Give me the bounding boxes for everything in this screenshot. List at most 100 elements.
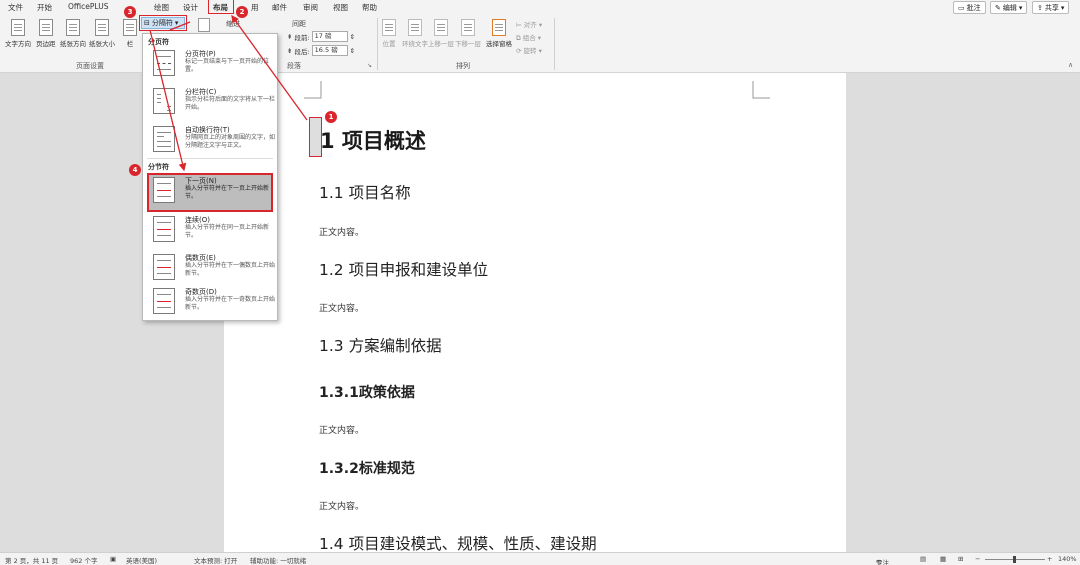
accessibility-status[interactable]: 辅助功能: 一切就绪	[250, 555, 306, 565]
step-badge-3: 3	[124, 6, 136, 18]
position-button[interactable]: 位置	[382, 19, 396, 48]
paper-size-icon	[95, 19, 109, 36]
collapse-ribbon-icon[interactable]: ∧	[1068, 61, 1073, 69]
read-mode-icon[interactable]: ▤	[920, 555, 926, 563]
spinner-icon[interactable]: ⇕	[350, 33, 355, 41]
tab-home[interactable]: 开始	[37, 2, 52, 13]
menu-item-text-wrapping-break[interactable]: 自动换行符(T) 分隔网页上的对象周围的文字，如分隔题注文字与正文。	[147, 124, 275, 160]
tab-officeplus[interactable]: OfficePLUS	[68, 2, 108, 11]
margins-icon	[38, 19, 53, 36]
columns-button[interactable]: 栏	[123, 19, 137, 48]
text-direction-button[interactable]: 文字方向	[5, 19, 31, 48]
step-badge-2: 2	[236, 6, 248, 18]
text-wrapping-break-icon	[153, 126, 175, 152]
web-layout-icon[interactable]: ⊞	[958, 555, 963, 563]
columns-icon	[123, 19, 137, 36]
proofing-icon[interactable]: ▣	[110, 555, 116, 563]
rotate-icon: ⟳	[516, 47, 522, 55]
margins-button[interactable]: 页边距	[36, 19, 56, 48]
heading-2-project-name: 1.1 项目名称	[319, 184, 411, 202]
orientation-button[interactable]: 纸张方向	[60, 19, 86, 48]
section-breaks-header: 分节符	[148, 163, 169, 171]
menu-item-page-break[interactable]: 分页符(P) 标记一页结束与下一页开始的位置。	[147, 48, 273, 84]
tab-file[interactable]: 文件	[8, 2, 23, 13]
language-indicator[interactable]: 英语(美国)	[126, 555, 157, 565]
zoom-out-icon[interactable]: −	[975, 555, 980, 563]
size-button[interactable]: 纸张大小	[89, 19, 115, 48]
menu-item-even-page[interactable]: 偶数页(E) 插入分节符并在下一偶数页上开始新节。	[147, 252, 275, 288]
spacing-after-input[interactable]: 16.5 磅	[311, 45, 348, 56]
spacing-after-icon: ⇟	[287, 46, 293, 55]
bring-forward-icon	[434, 19, 448, 36]
spinner-icon[interactable]: ⇕	[350, 47, 355, 55]
heading-2-applicant: 1.2 项目申报和建设单位	[319, 261, 489, 279]
zoom-level[interactable]: 140%	[1058, 555, 1077, 563]
group-button[interactable]: ⧉ 组合 ▾	[516, 32, 541, 43]
send-backward-icon	[461, 19, 475, 36]
page-breaks-header: 分页符	[148, 38, 169, 46]
menu-item-odd-page[interactable]: 奇数页(D) 插入分节符并在下一奇数页上开始新节。	[147, 286, 275, 322]
heading-1: 1 项目概述	[320, 129, 426, 153]
heading-2-construction-mode: 1.4 项目建设模式、规模、性质、建设期	[319, 535, 597, 552]
step-badge-1: 1	[325, 111, 337, 123]
chevron-down-icon: ▾	[1060, 3, 1065, 12]
status-bar: 第 2 页，共 11 页 962 个字 ▣ 英语(美国) 文本预测: 打开 辅助…	[0, 552, 1080, 565]
indent-label: 缩进	[226, 20, 240, 28]
print-layout-icon[interactable]: ▦	[940, 555, 946, 563]
ribbon-tab-bar: 文件 开始 OfficePLUS 绘图 设计 布局 用 邮件 审阅 视图 帮助 …	[0, 0, 1080, 15]
zoom-slider-thumb[interactable]	[1013, 556, 1016, 563]
wrap-text-button[interactable]: 环绕文字	[402, 19, 428, 48]
arrange-group-label: 排列	[456, 62, 470, 70]
tab-review[interactable]: 审阅	[303, 2, 318, 13]
page-setup-group-label: 页面设置	[76, 62, 104, 70]
heading-3-standards: 1.3.2标准规范	[319, 461, 415, 477]
word-count[interactable]: 962 个字	[70, 555, 97, 565]
chevron-down-icon: ▾	[1018, 3, 1023, 12]
group-separator	[377, 18, 378, 70]
tab-mailings[interactable]: 邮件	[272, 2, 287, 13]
tab-references[interactable]: 用	[251, 2, 259, 13]
menu-item-column-break[interactable]: 分栏符(C) 指示分栏符后面的文字将从下一栏开始。	[147, 86, 275, 122]
menu-item-next-page[interactable]: 下一页(N) 插入分节符并在下一页上开始新节。	[147, 173, 273, 212]
page-count[interactable]: 第 2 页，共 11 页	[5, 555, 58, 565]
bring-forward-button[interactable]: 上移一层	[428, 19, 454, 48]
line-numbers-icon[interactable]	[198, 18, 210, 32]
corner-mark-top-left	[304, 81, 322, 99]
heading-2-basis: 1.3 方案编制依据	[319, 337, 442, 355]
spacing-label: 间距	[292, 20, 306, 28]
spacing-before-row: ⇞ 段前: 17 磅 ⇕	[287, 31, 356, 42]
text-direction-icon	[11, 19, 25, 36]
share-button[interactable]: ⇪ 共享 ▾	[1032, 1, 1070, 14]
body-text: 正文内容。	[319, 502, 365, 512]
page-break-icon	[153, 50, 175, 76]
editing-mode-button[interactable]: ✎ 编辑 ▾	[990, 1, 1028, 14]
align-icon: ⊨	[516, 21, 522, 29]
dialog-launcher-icon[interactable]: ↘	[367, 62, 372, 69]
comments-button[interactable]: ▭ 批注	[953, 1, 986, 14]
odd-page-icon	[153, 288, 175, 314]
align-button[interactable]: ⊨ 对齐 ▾	[516, 19, 542, 29]
document-page[interactable]: 1 项目概述 1.1 项目名称 正文内容。 1.2 项目申报和建设单位 正文内容…	[224, 73, 846, 552]
corner-mark-top-right	[752, 81, 770, 99]
selection-pane-button[interactable]: 选择窗格	[486, 19, 512, 48]
wrap-text-icon	[408, 19, 422, 36]
menu-item-continuous[interactable]: 连续(O) 插入分节符并在同一页上开始新节。	[147, 214, 273, 250]
zoom-in-icon[interactable]: +	[1047, 555, 1052, 563]
pencil-icon: ✎	[995, 3, 1001, 12]
tab-draw[interactable]: 绘图	[154, 2, 169, 13]
rotate-button[interactable]: ⟳ 旋转 ▾	[516, 45, 542, 55]
group-separator	[554, 18, 555, 70]
spacing-before-input[interactable]: 17 磅	[311, 31, 348, 42]
position-icon	[382, 19, 396, 36]
spacing-after-row: ⇟ 段后: 16.5 磅 ⇕	[287, 45, 356, 56]
even-page-icon	[153, 254, 175, 280]
send-backward-button[interactable]: 下移一层	[455, 19, 481, 48]
tab-help[interactable]: 帮助	[362, 2, 377, 13]
tab-view[interactable]: 视图	[333, 2, 348, 13]
next-page-icon	[153, 177, 175, 203]
tab-design[interactable]: 设计	[183, 2, 198, 13]
body-text: 正文内容。	[319, 426, 365, 436]
selection-pane-icon	[492, 19, 506, 36]
continuous-icon	[153, 216, 175, 242]
text-prediction-status[interactable]: 文本预测: 打开	[194, 555, 237, 565]
